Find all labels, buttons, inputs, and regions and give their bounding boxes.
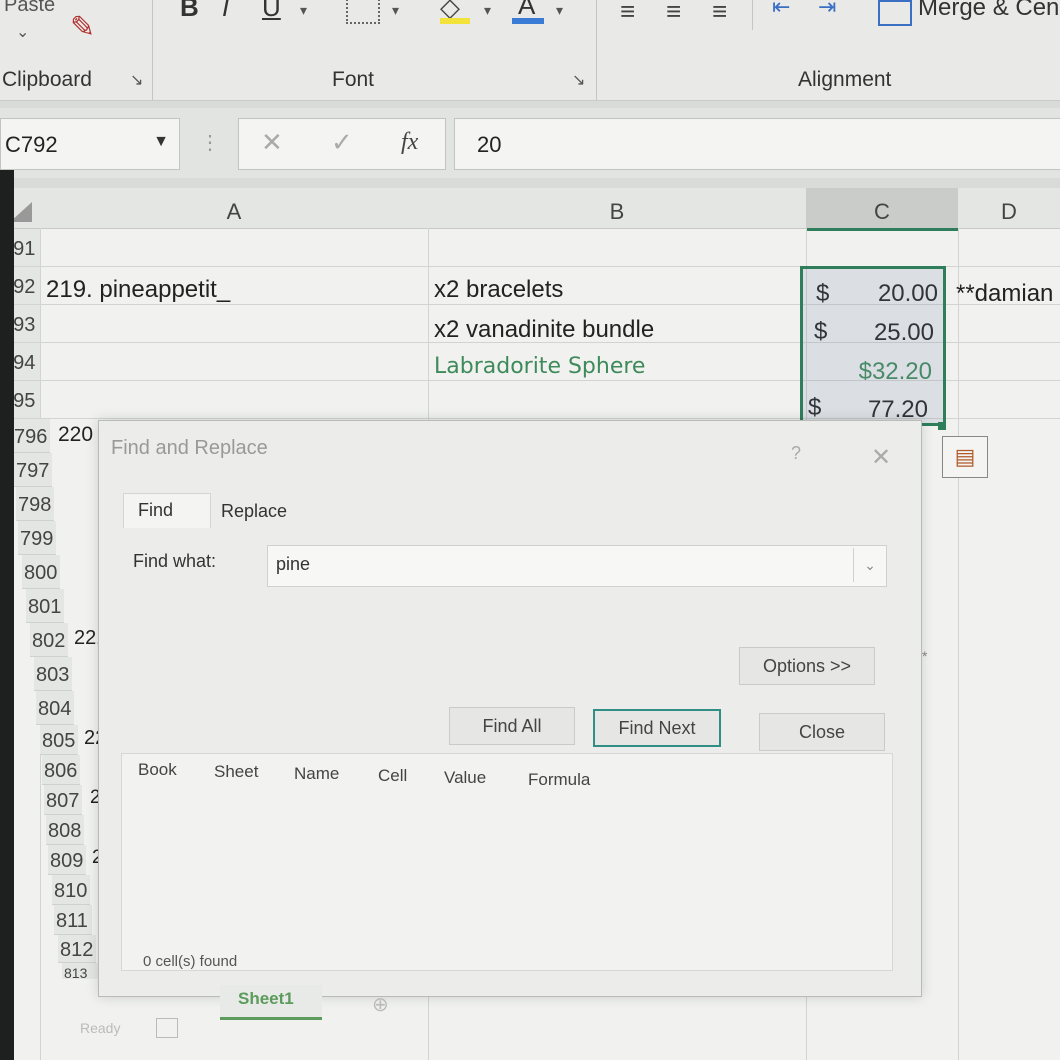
paste-dropdown-icon[interactable]: ⌄ [16,22,29,42]
results-list[interactable]: Book Sheet Name Cell Value Formula [121,753,893,971]
ribbon-separator [752,0,753,30]
paste-button[interactable]: Paste [4,0,55,17]
merge-icon[interactable] [878,0,912,26]
row-header[interactable]: 803 [34,657,72,691]
results-column-formula[interactable]: Formula [528,770,590,790]
row-header[interactable]: 804 [36,691,74,725]
formula-controls: ✕ ✓ fx [238,118,446,170]
dialog-title: Find and Replace [111,437,268,459]
formula-input-value: 20 [477,132,502,157]
bold-button[interactable]: B [180,0,199,23]
cancel-icon[interactable]: ✕ [261,127,283,158]
column-header-d[interactable]: D [958,188,1060,229]
row-header[interactable]: 799 [18,521,56,555]
cell-b793[interactable]: x2 vanadinite bundle [434,316,654,344]
row-header[interactable]: 805 [40,725,78,755]
close-button[interactable]: Close [759,713,885,751]
row-header[interactable]: 811 [54,905,92,935]
sheet-tab-label: Sheet1 [238,989,294,1008]
row-header[interactable]: 809 [48,845,86,875]
column-header-c[interactable]: C [806,188,959,231]
tab-replace[interactable]: Replace [221,501,287,522]
formula-input[interactable]: 20 [454,118,1060,170]
close-icon[interactable]: ✕ [871,443,891,472]
status-text: 0 cell(s) found [143,953,238,970]
monitor-bezel [0,170,14,1060]
decrease-indent-icon[interactable]: ⇤ [772,0,790,20]
font-color-dropdown-icon[interactable]: ▾ [556,2,563,19]
results-column-cell[interactable]: Cell [378,766,407,786]
format-painter-icon[interactable]: ✎ [70,10,95,45]
alignment-group-label: Alignment [798,68,892,91]
status-ready: Ready [80,1020,121,1036]
row-header[interactable]: 806 [42,755,80,785]
enter-icon[interactable]: ✓ [331,127,353,158]
increase-indent-icon[interactable]: ⇥ [818,0,836,20]
find-what-input[interactable]: pine ⌄ [267,545,887,587]
results-column-value[interactable]: Value [444,768,486,788]
font-group-label: Font [332,68,375,91]
borders-icon[interactable] [346,0,380,24]
clipboard-group-label: Clipboard [2,68,92,91]
align-left-icon[interactable]: ≡ [620,0,635,27]
row-header[interactable]: 810 [52,875,90,905]
insert-function-icon[interactable]: fx [401,129,418,156]
column-header-a[interactable]: A [40,188,429,229]
row-header[interactable]: 801 [26,589,64,623]
results-column-book[interactable]: Book [138,760,177,780]
cell-b794[interactable]: Labradorite Sphere [434,354,645,379]
font-color-swatch [512,18,544,24]
cell-b792[interactable]: x2 bracelets [434,276,563,304]
row-header[interactable]: 800 [22,555,60,589]
cell-a796[interactable]: 220 [58,423,93,447]
sheet-tab-sheet1[interactable]: Sheet1 [220,985,322,1020]
row-header[interactable]: 798 [16,487,54,521]
underline-dropdown-icon[interactable]: ▾ [300,2,307,19]
row-header[interactable]: 813 [62,963,100,979]
underline-button[interactable]: U [262,0,281,23]
italic-button[interactable]: I [222,0,229,23]
name-box-value: C792 [5,132,58,157]
options-button[interactable]: Options >> [739,647,875,685]
macro-record-icon[interactable] [156,1018,178,1038]
help-icon[interactable]: ? [791,443,801,464]
name-box-dropdown-icon[interactable]: ▼ [153,133,169,151]
more-options-icon: ⋮ [200,132,220,154]
ribbon-separator [596,0,597,100]
row-header[interactable]: 796 [12,419,50,453]
find-next-button[interactable]: Find Next [593,709,721,747]
tab-find-label: Find [138,500,174,520]
align-center-icon[interactable]: ≡ [666,0,681,27]
results-column-sheet[interactable]: Sheet [214,762,258,782]
clipboard-launcher-icon[interactable]: ↘ [130,70,143,90]
column-header-b[interactable]: B [428,188,807,229]
find-replace-dialog: Find and Replace ? ✕ Find Replace Find w… [98,420,922,997]
merge-center-button[interactable]: Merge & Cen [918,0,1059,22]
name-box[interactable]: C792 ▼ [0,118,180,170]
cell-a792[interactable]: 219. pineappetit_ [46,276,230,304]
align-right-icon[interactable]: ≡ [712,0,727,27]
ribbon-separator [152,0,153,100]
row-header[interactable]: 812 [58,935,96,963]
find-what-label: Find what: [133,551,217,571]
row-header[interactable]: 808 [46,815,84,845]
find-all-button[interactable]: Find All [449,707,575,745]
ribbon: Paste ⌄ ✎ Clipboard ↘ B I U ▾ ▾ ◇ ▾ A ▾ … [0,0,1060,101]
results-column-name[interactable]: Name [294,764,339,784]
tab-find[interactable]: Find [123,493,211,528]
selection-range [800,266,946,426]
cell-note-mark: * [922,648,928,664]
row-header[interactable]: 802 [30,623,68,657]
row-header[interactable]: 807 [44,785,82,815]
row-header[interactable]: 797 [14,453,52,487]
find-what-value: pine [276,554,311,574]
fill-color-dropdown-icon[interactable]: ▾ [484,2,491,19]
font-launcher-icon[interactable]: ↘ [572,70,585,90]
add-sheet-icon[interactable]: ⊕ [372,992,389,1017]
formula-bar: C792 ▼ ⋮ ✕ ✓ fx 20 [0,108,1060,178]
borders-dropdown-icon[interactable]: ▾ [392,2,399,19]
find-what-dropdown-icon[interactable]: ⌄ [853,548,886,582]
fill-color-swatch [440,18,470,24]
